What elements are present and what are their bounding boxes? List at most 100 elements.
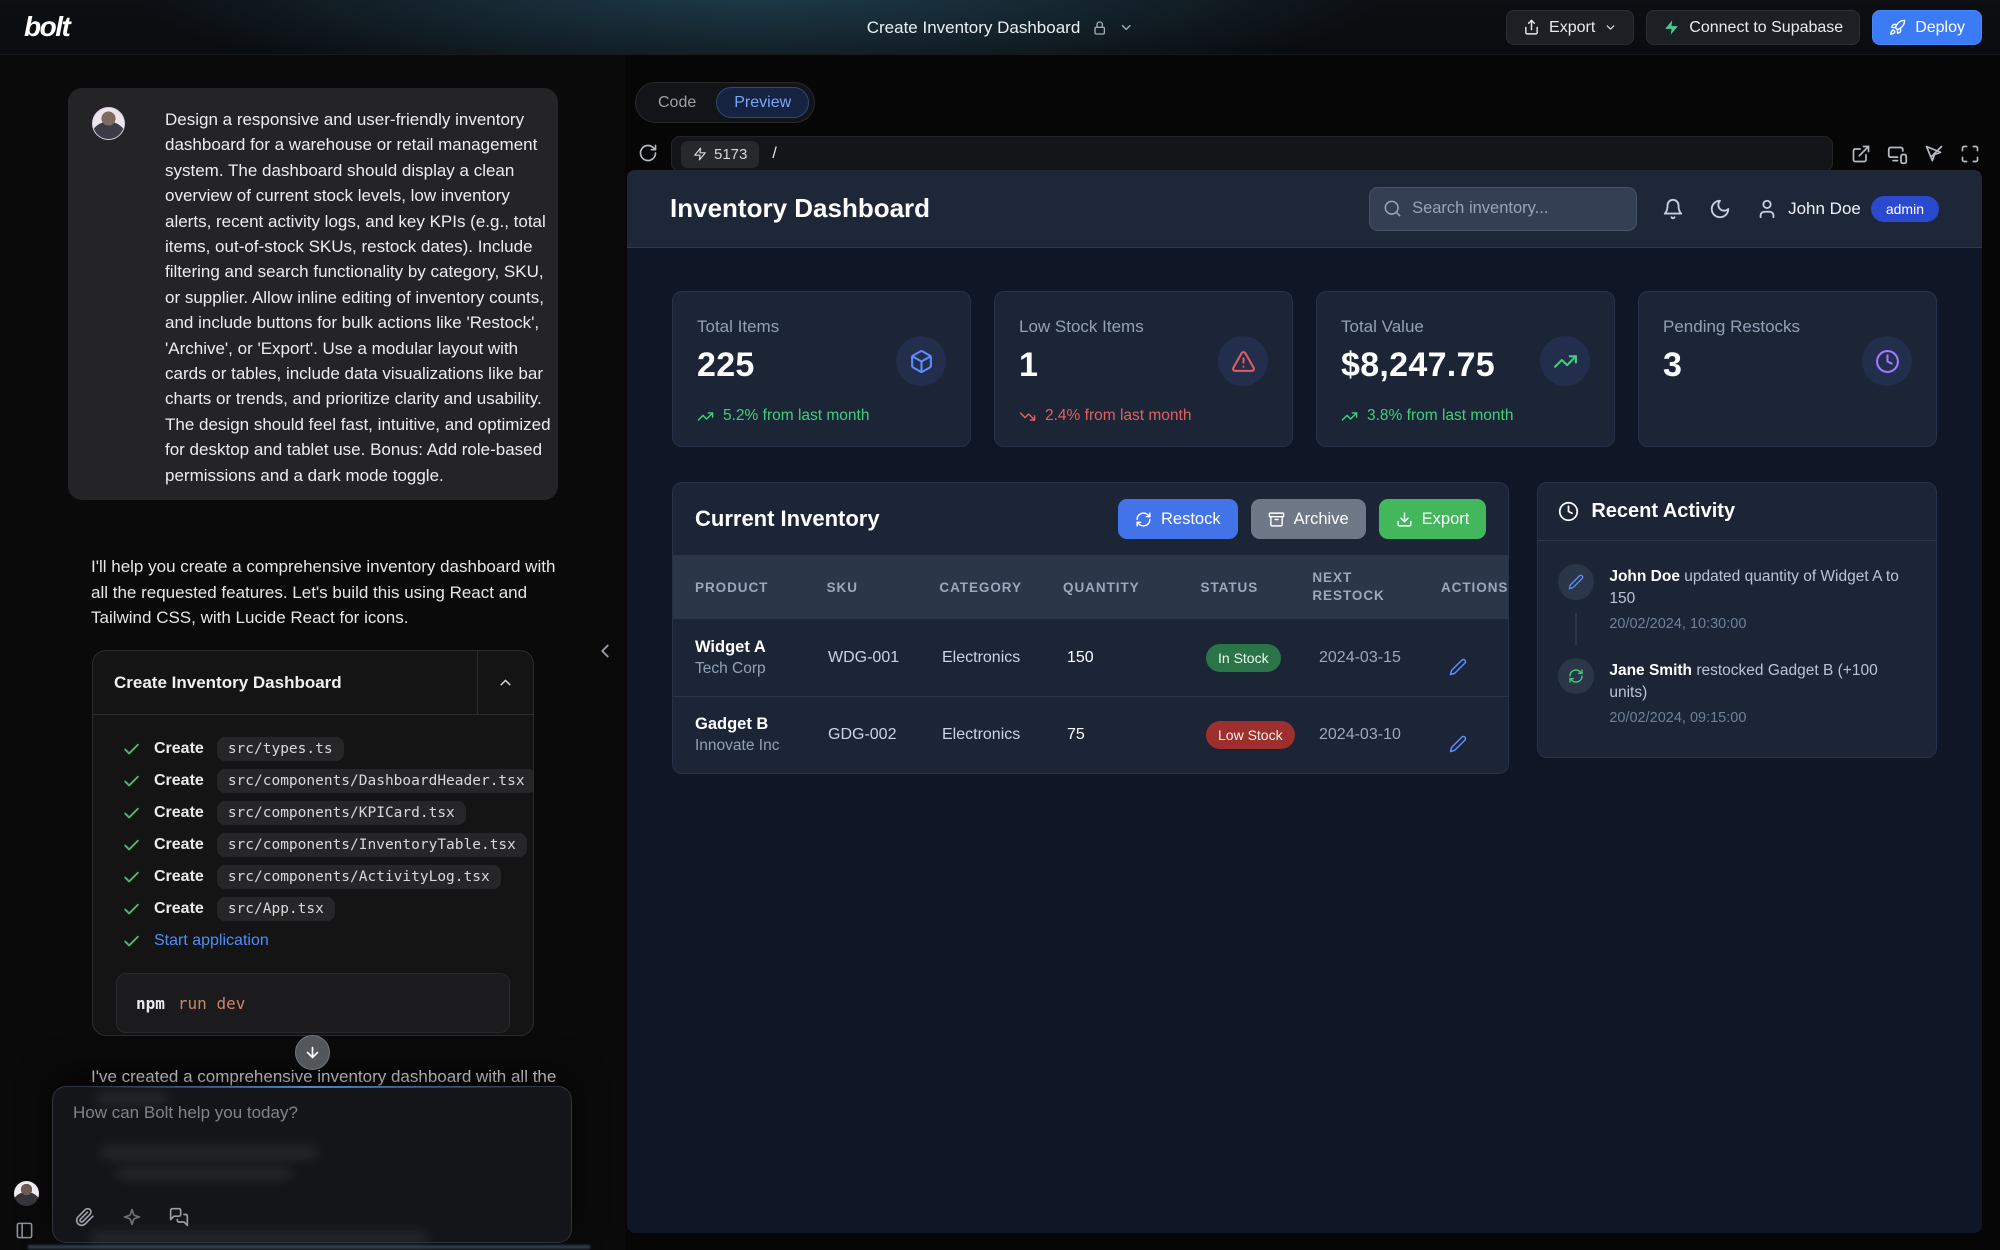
account-avatar[interactable] [14,1181,39,1206]
restock-label: Restock [1161,510,1221,529]
assistant-intro-text: I'll help you create a comprehensive inv… [91,554,569,631]
export-csv-button[interactable]: Export [1379,499,1487,539]
enhance-prompt-icon[interactable] [122,1207,142,1227]
step-file-path[interactable]: src/components/ActivityLog.tsx [217,865,501,889]
column-header: Actions [1419,580,1508,595]
package-icon [896,336,946,386]
scroll-to-bottom-button[interactable] [295,1035,330,1070]
edit-row-icon[interactable] [1449,658,1508,676]
step-action: Create [154,836,204,854]
kpi-label: Total Value [1341,317,1590,337]
artifact-title: Create Inventory Dashboard [93,673,342,693]
notifications-bell-icon[interactable] [1662,198,1684,220]
kpi-trend: 2.4% from last month [1019,407,1191,425]
app-body: Total Items 225 5.2% from last month Low… [627,248,1982,774]
kpi-trend: 5.2% from last month [697,407,869,425]
activity-item: Jane Smith restocked Gadget B (+100 unit… [1558,645,1916,739]
export-csv-label: Export [1422,510,1470,529]
product-supplier: Innovate Inc [695,737,806,755]
inventory-title: Current Inventory [695,506,880,532]
download-icon [1396,511,1413,528]
start-application-link[interactable]: Start application [154,932,269,950]
artifact-collapse-button[interactable] [477,651,533,714]
redacted-text [28,1245,590,1249]
topbar-actions: Export Connect to Supabase Deploy [1506,10,1982,45]
chevron-down-icon [1118,20,1133,35]
arrow-down-icon [304,1044,321,1061]
collapse-chat-button[interactable] [594,640,616,662]
activity-user: Jane Smith [1609,662,1692,679]
tab-preview[interactable]: Preview [716,87,809,118]
kpi-label: Total Items [697,317,946,337]
activity-text: John Doe updated quantity of Widget A to… [1609,564,1916,611]
port-pill[interactable]: 5173 [681,141,759,168]
step-action: Create [154,804,204,822]
artifact-step: Create src/components/DashboardHeader.ts… [122,765,533,797]
column-header: SKU [805,580,918,595]
restock-button[interactable]: Restock [1118,499,1238,539]
inspector-toggle-icon[interactable] [1924,144,1944,164]
status-badge: In Stock [1206,644,1281,672]
attach-file-icon[interactable] [75,1207,95,1227]
user-name: John Doe [1788,199,1861,219]
dark-mode-toggle-icon[interactable] [1709,198,1731,220]
project-title: Create Inventory Dashboard [867,18,1081,38]
column-header: Status [1179,580,1291,595]
open-in-new-tab-icon[interactable] [1851,144,1871,164]
reload-icon[interactable] [638,143,658,163]
activity-header: Recent Activity [1538,483,1936,541]
step-file-path[interactable]: src/components/KPICard.tsx [217,801,466,825]
content-row: Current Inventory Restock Archive [672,482,1937,774]
next-restock-date: 2024-03-10 [1297,724,1427,746]
column-header: Product [673,580,805,595]
connect-supabase-button[interactable]: Connect to Supabase [1646,10,1860,45]
alert-triangle-icon [1218,336,1268,386]
start-application-step: Start application [122,925,533,957]
step-file-path[interactable]: src/components/DashboardHeader.tsx [217,769,534,793]
user-chip[interactable]: John Doe admin [1756,196,1939,222]
deploy-label: Deploy [1915,19,1965,37]
clock-icon [1558,501,1579,522]
step-file-path[interactable]: src/App.tsx [217,897,335,921]
kpi-trend-text: 2.4% from last month [1045,407,1191,425]
column-header: Quantity [1041,580,1178,595]
kpi-trend: 3.8% from last month [1341,407,1513,425]
terminal-args: run dev [178,994,245,1013]
step-action: Create [154,868,204,886]
edit-row-icon[interactable] [1449,735,1508,753]
app-title: Inventory Dashboard [670,193,930,224]
kpi-row: Total Items 225 5.2% from last month Low… [672,291,1937,447]
product-category: Electronics [920,726,1045,744]
chat-composer[interactable] [52,1086,572,1243]
artifact-step: Create src/components/InventoryTable.tsx [122,829,533,861]
product-quantity[interactable]: 75 [1045,726,1184,744]
step-file-path[interactable]: src/components/InventoryTable.tsx [217,833,527,857]
chat-input[interactable] [73,1103,551,1173]
step-file-path[interactable]: src/types.ts [217,737,344,761]
archive-button[interactable]: Archive [1251,499,1366,539]
artifact-card: Create Inventory Dashboard Create src/ty… [92,650,534,1036]
responsive-devices-icon[interactable] [1887,144,1908,165]
lock-icon [1091,20,1107,36]
preview-viewport: Inventory Dashboard [627,170,1982,1233]
activity-user: John Doe [1609,568,1680,585]
user-message-text: Design a responsive and user-friendly in… [165,107,556,488]
refresh-icon [1135,511,1152,528]
fullscreen-icon[interactable] [1960,144,1980,164]
export-button[interactable]: Export [1506,10,1634,45]
activity-list: John Doe updated quantity of Widget A to… [1538,541,1936,757]
deploy-button[interactable]: Deploy [1872,10,1982,45]
step-action: Create [154,740,204,758]
next-restock-date: 2024-03-15 [1297,647,1427,669]
search-input[interactable] [1412,199,1632,218]
archive-label: Archive [1294,510,1349,529]
project-title-menu[interactable]: Create Inventory Dashboard [867,0,1134,55]
chat-mode-icon[interactable] [169,1207,189,1227]
product-sku: GDG-002 [806,726,920,744]
tab-code[interactable]: Code [641,87,713,118]
product-quantity[interactable]: 150 [1045,649,1184,667]
bolt-logo[interactable]: bolt [24,11,69,43]
sidebar-toggle-icon[interactable] [15,1221,34,1240]
inventory-search[interactable] [1369,187,1637,231]
url-field[interactable]: 5173 / [671,136,1833,172]
